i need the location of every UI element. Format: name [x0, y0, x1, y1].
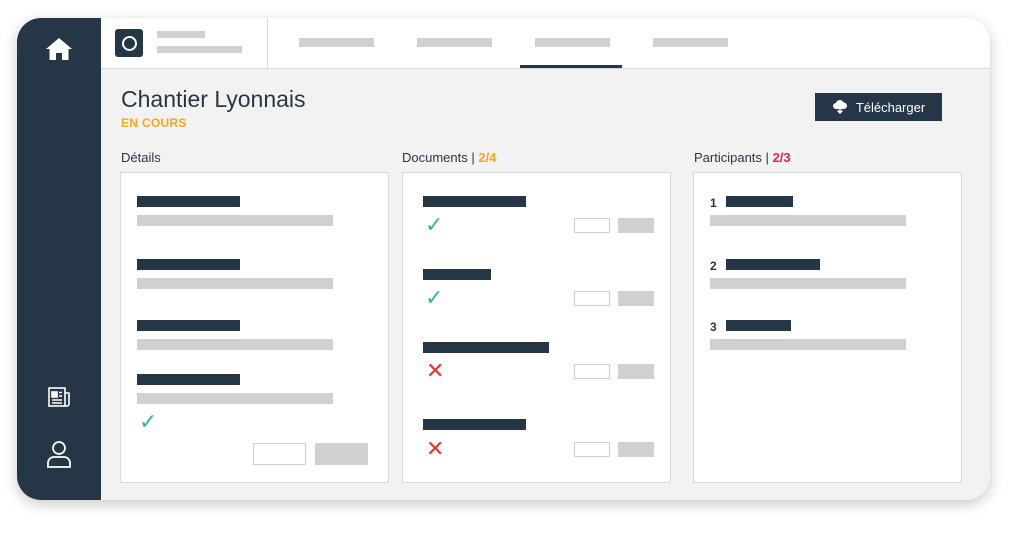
placeholder-button[interactable]	[315, 443, 368, 465]
document-title-placeholder	[423, 342, 549, 353]
newspaper-icon[interactable]	[17, 385, 101, 409]
document-title-placeholder	[423, 196, 526, 207]
participant-number: 1	[710, 196, 717, 210]
logo-icon[interactable]	[115, 29, 143, 57]
placeholder-field[interactable]	[253, 443, 306, 465]
detail-label-placeholder	[137, 196, 240, 207]
tab-1[interactable]	[284, 18, 386, 68]
document-title-placeholder	[423, 419, 526, 430]
details-panel: ✓	[120, 172, 389, 483]
detail-value-placeholder	[137, 215, 333, 226]
participant-info-placeholder	[710, 339, 906, 350]
detail-label-placeholder	[137, 320, 240, 331]
details-heading: Détails	[121, 150, 161, 165]
placeholder-field[interactable]	[574, 364, 610, 379]
brand-area	[101, 18, 268, 68]
placeholder-button[interactable]	[618, 218, 654, 233]
participant-info-placeholder	[710, 278, 906, 289]
tab-4[interactable]	[638, 18, 740, 68]
participant-number: 2	[710, 259, 717, 273]
detail-value-placeholder	[137, 393, 333, 404]
placeholder-button[interactable]	[618, 442, 654, 457]
download-button[interactable]: Télécharger	[815, 93, 942, 121]
detail-value-placeholder	[137, 339, 333, 350]
brand-placeholder-line	[157, 31, 205, 38]
placeholder-button[interactable]	[618, 291, 654, 306]
check-icon: ✓	[425, 212, 444, 237]
cross-icon: ✕	[426, 358, 445, 383]
participant-info-placeholder	[710, 215, 906, 226]
top-bar	[101, 18, 990, 69]
status-badge: EN COURS	[121, 116, 187, 130]
placeholder-field[interactable]	[574, 442, 610, 457]
participants-count: 2/3	[772, 150, 791, 165]
cross-icon: ✕	[426, 436, 445, 461]
placeholder-field[interactable]	[574, 291, 610, 306]
participant-name-placeholder	[726, 259, 820, 270]
documents-heading: Documents | 2/4	[402, 150, 497, 165]
download-label: Télécharger	[855, 99, 926, 115]
placeholder-field[interactable]	[574, 218, 610, 233]
documents-panel: ✓ ✓ ✕ ✕	[402, 172, 671, 483]
document-title-placeholder	[423, 269, 491, 280]
detail-label-placeholder	[137, 259, 240, 270]
detail-value-placeholder	[137, 278, 333, 289]
check-icon: ✓	[425, 285, 444, 310]
cloud-download-icon	[832, 100, 847, 114]
documents-count: 2/4	[478, 150, 497, 165]
participant-name-placeholder	[726, 196, 793, 207]
participants-panel: 1 2 3	[693, 172, 962, 483]
tab-2[interactable]	[402, 18, 504, 68]
home-icon[interactable]	[17, 36, 101, 62]
page-title: Chantier Lyonnais	[121, 86, 306, 112]
participant-number: 3	[710, 320, 717, 334]
placeholder-button[interactable]	[618, 364, 654, 379]
participants-heading: Participants | 2/3	[694, 150, 791, 165]
brand-placeholder-line	[157, 46, 242, 53]
detail-label-placeholder	[137, 374, 240, 385]
check-icon: ✓	[139, 409, 158, 434]
user-icon[interactable]	[17, 440, 101, 468]
tab-3-active[interactable]	[520, 18, 622, 68]
sidebar	[17, 18, 101, 500]
app-window: Chantier Lyonnais EN COURS Télécharger D…	[17, 18, 990, 500]
participant-name-placeholder	[726, 320, 791, 331]
